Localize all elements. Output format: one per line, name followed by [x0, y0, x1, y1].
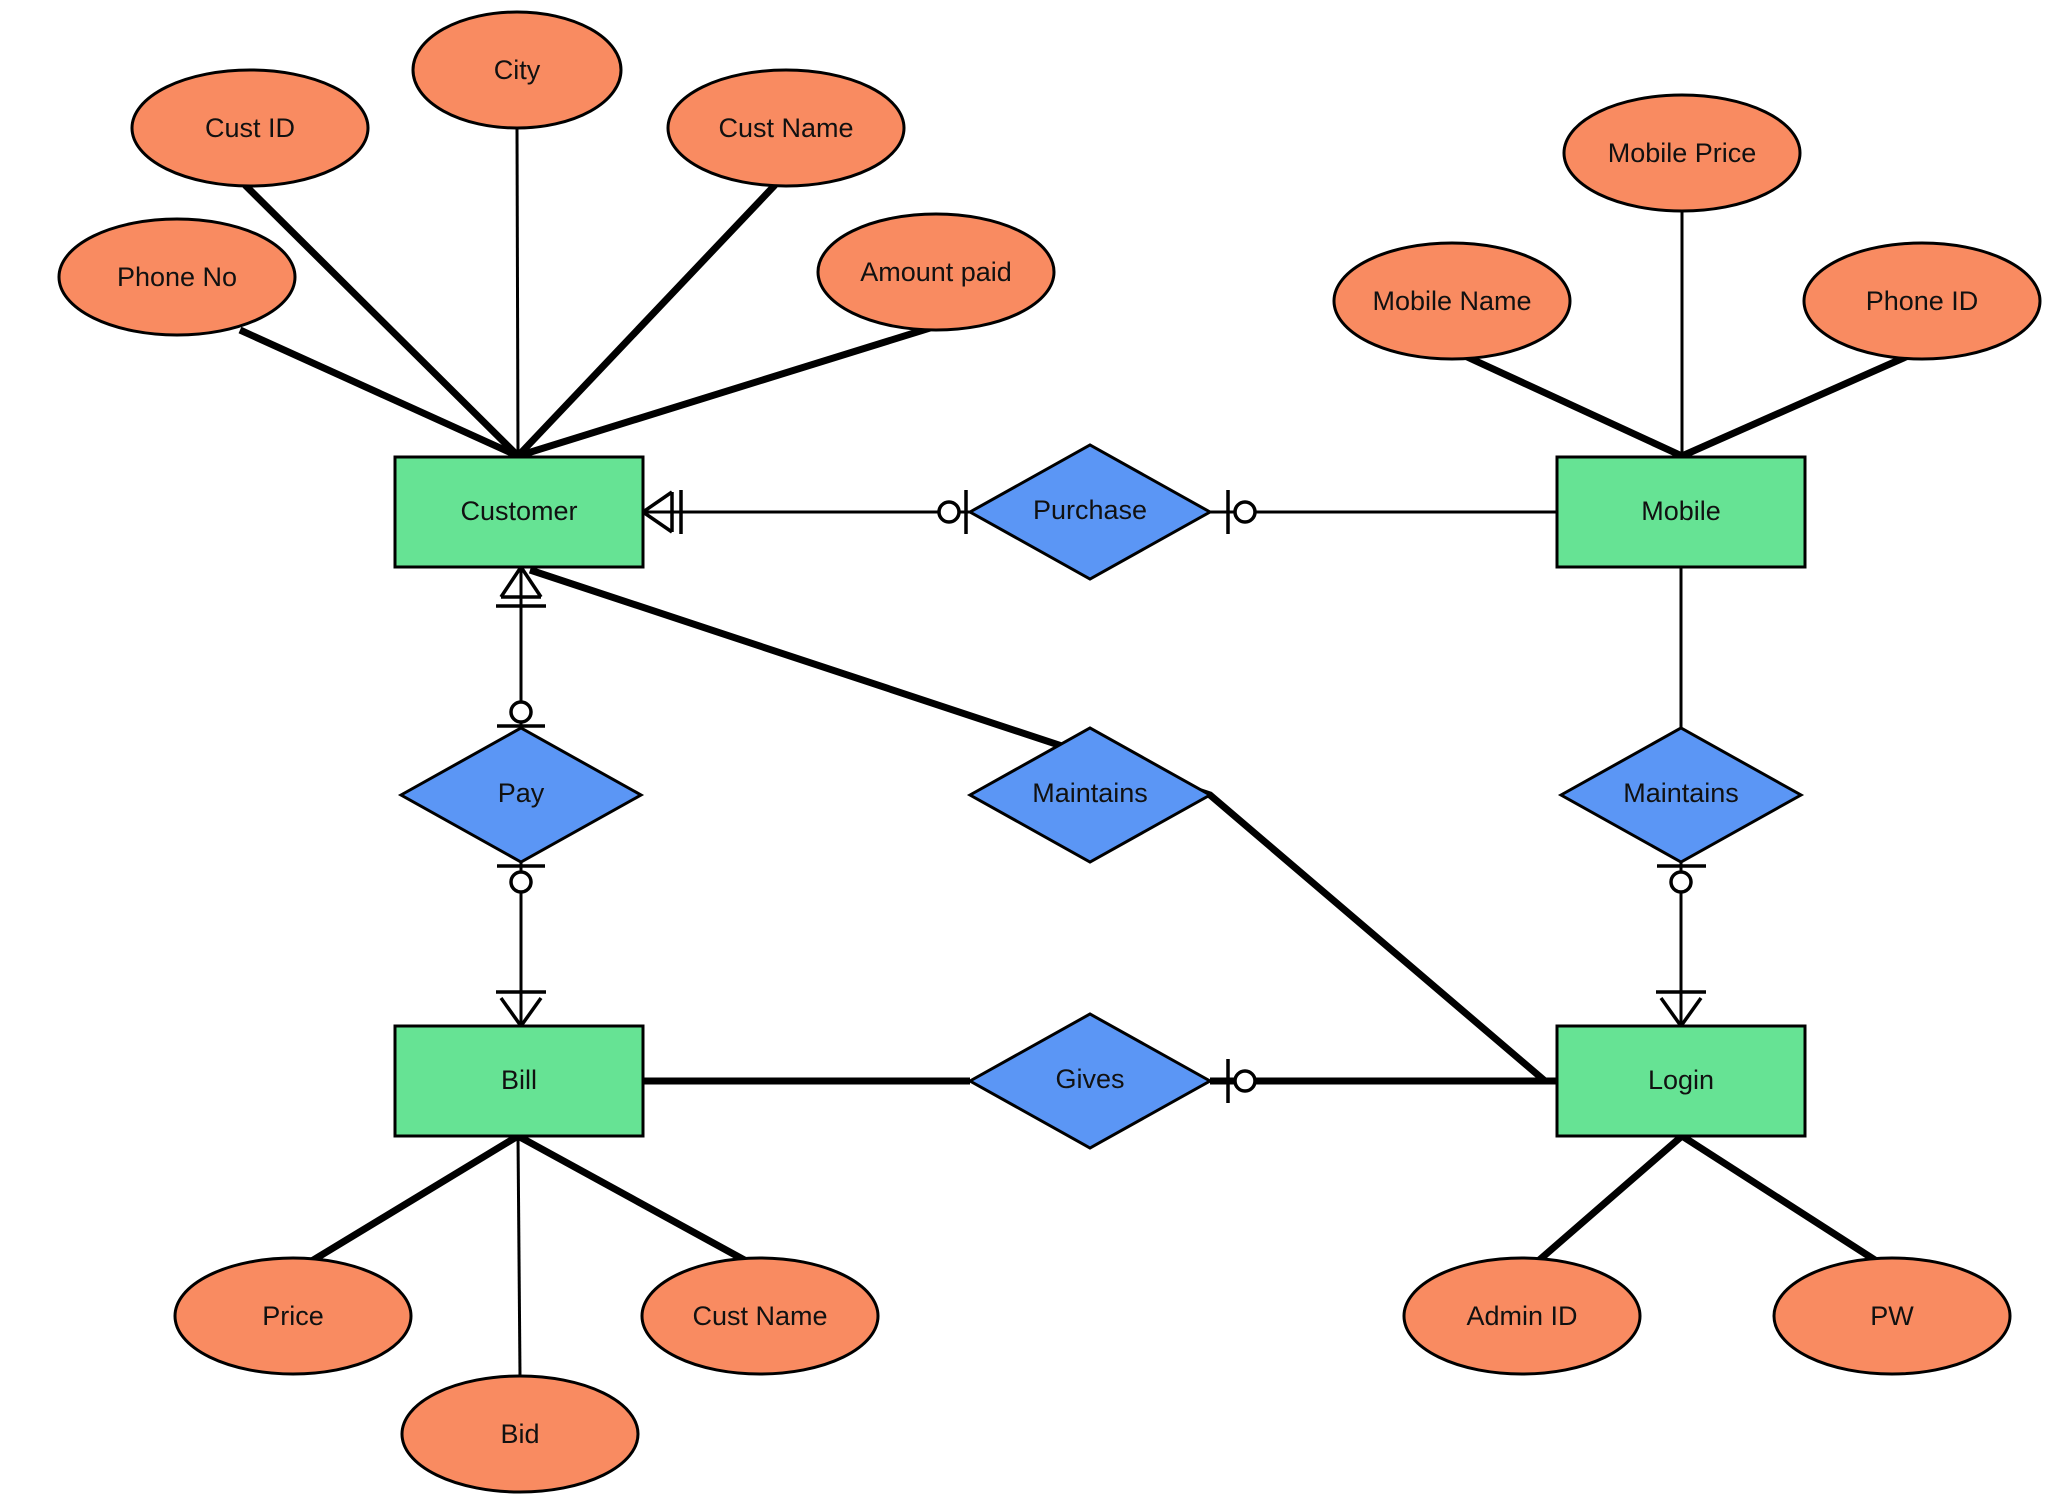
attribute-bill-cust-name[interactable]: Cust Name — [640, 1256, 880, 1376]
entity-customer[interactable]: Customer — [393, 455, 645, 569]
attribute-ellipse[interactable] — [1562, 93, 1802, 213]
attribute-mobile-price[interactable]: Mobile Price — [1562, 93, 1802, 213]
attribute-price[interactable]: Price — [173, 1256, 413, 1376]
relationship-maintains-customer-login[interactable]: Maintains — [966, 726, 1214, 864]
edge-price-bill — [308, 1133, 520, 1265]
edge-cust-id-customer — [242, 182, 521, 459]
attribute-phone-no[interactable]: Phone No — [57, 217, 297, 337]
relationship-diamond[interactable] — [966, 1012, 1214, 1150]
attribute-amount-paid[interactable]: Amount paid — [816, 212, 1056, 332]
attribute-cust-id[interactable]: Cust ID — [130, 68, 370, 188]
attribute-admin-id[interactable]: Admin ID — [1402, 1256, 1642, 1376]
edge-phone-no-customer — [238, 326, 520, 460]
attribute-pw[interactable]: PW — [1772, 1256, 2012, 1376]
attribute-cust-name[interactable]: Cust Name — [666, 68, 906, 188]
attribute-ellipse[interactable] — [816, 212, 1056, 332]
er-diagram-svg: Cust ID City Cust Name Phone No Amount p… — [57, 10, 2042, 1494]
edge-phone-id-mobile — [1680, 352, 1910, 460]
attribute-ellipse[interactable] — [411, 10, 623, 130]
edge-city-customer — [515, 127, 520, 457]
entity-rect[interactable] — [1555, 455, 1807, 569]
entity-rect[interactable] — [393, 455, 645, 569]
attribute-ellipse[interactable] — [1772, 1256, 2012, 1376]
relationship-diamond[interactable] — [397, 726, 645, 864]
edge-mobile-name-mobile — [1463, 352, 1684, 460]
entity-login[interactable]: Login — [1555, 1024, 1807, 1138]
er-diagram-canvas: Cust ID City Cust Name Phone No Amount p… — [0, 0, 2048, 1509]
entity-rect[interactable] — [393, 1024, 645, 1138]
attribute-ellipse[interactable] — [173, 1256, 413, 1376]
attribute-mobile-name[interactable]: Mobile Name — [1332, 241, 1572, 361]
relationship-diamond[interactable] — [966, 726, 1214, 864]
attribute-ellipse[interactable] — [666, 68, 906, 188]
edge-pw-login — [1680, 1133, 1880, 1265]
edge-admin-id-login — [1534, 1133, 1685, 1265]
attribute-ellipse[interactable] — [1402, 1256, 1642, 1376]
entity-rect[interactable] — [1555, 1024, 1807, 1138]
entity-mobile[interactable]: Mobile — [1555, 455, 1807, 569]
attribute-ellipse[interactable] — [640, 1256, 880, 1376]
attribute-bid[interactable]: Bid — [400, 1374, 640, 1494]
relationship-maintains-mobile-login[interactable]: Maintains — [1557, 726, 1805, 864]
edge-bid-bill — [516, 1135, 522, 1377]
attribute-phone-id[interactable]: Phone ID — [1802, 241, 2042, 361]
attribute-ellipse[interactable] — [130, 68, 370, 188]
attribute-ellipse[interactable] — [57, 217, 297, 337]
relationship-diamond[interactable] — [966, 443, 1214, 581]
attribute-ellipse[interactable] — [1332, 241, 1572, 361]
attribute-ellipse[interactable] — [400, 1374, 640, 1494]
relationship-diamond[interactable] — [1557, 726, 1805, 864]
entity-bill[interactable]: Bill — [393, 1024, 645, 1138]
notation-pay-top-zero-one — [497, 700, 545, 728]
attribute-city[interactable]: City — [411, 10, 623, 130]
edge-bill-cust-name-bill — [516, 1132, 750, 1266]
relationship-gives[interactable]: Gives — [966, 1012, 1214, 1150]
relationship-purchase[interactable]: Purchase — [966, 443, 1214, 581]
attribute-ellipse[interactable] — [1802, 241, 2042, 361]
relationship-pay[interactable]: Pay — [397, 726, 645, 864]
